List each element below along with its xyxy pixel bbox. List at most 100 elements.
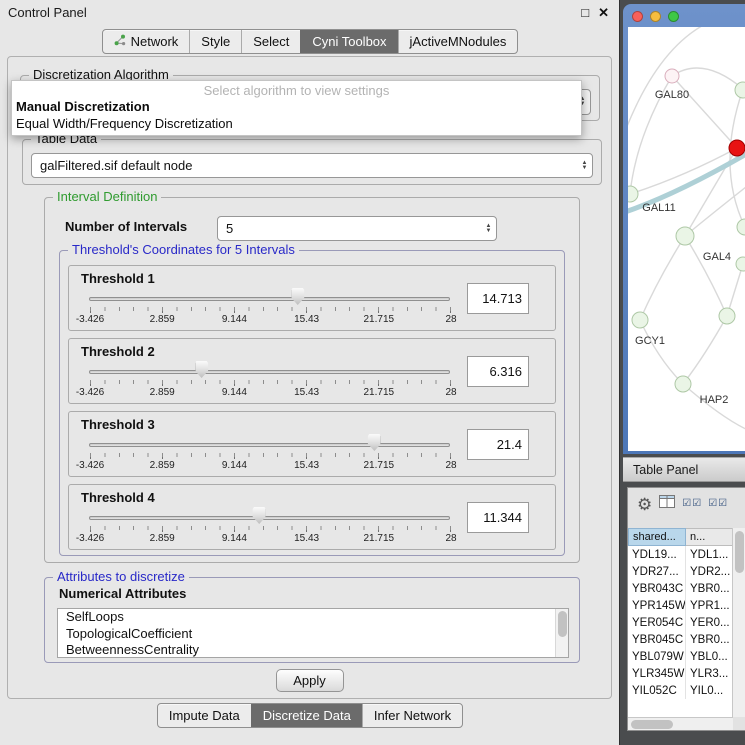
table-header-row: shared... n...: [628, 528, 733, 546]
table-row[interactable]: YDR27...YDR2...: [628, 563, 733, 580]
network-node[interactable]: [737, 219, 745, 235]
network-node[interactable]: [665, 69, 679, 83]
table-row[interactable]: YER054CYER0...: [628, 614, 733, 631]
network-node[interactable]: [676, 227, 694, 245]
threshold-1-value-field[interactable]: 14.713: [467, 283, 529, 314]
check-icon: ☑: [682, 499, 691, 509]
scale-label: -3.426: [76, 387, 104, 398]
tab-style[interactable]: Style: [189, 30, 241, 53]
node-label: GCY1: [635, 335, 665, 347]
network-icon: [114, 34, 126, 49]
network-node[interactable]: [632, 312, 648, 328]
number-of-intervals-select[interactable]: 5 ▲ ▼: [217, 216, 497, 241]
window-buttons: □ ✕: [581, 0, 609, 24]
scrollbar-thumb[interactable]: [735, 531, 744, 573]
table-row[interactable]: YDL19...YDL1...: [628, 546, 733, 563]
table-row[interactable]: YBR043CYBR0...: [628, 580, 733, 597]
check-icon: ☑: [718, 499, 727, 509]
network-canvas[interactable]: GAL80 GAL11 GAL4 GCY1 HAP2: [628, 27, 745, 451]
check-icon: ☑: [692, 499, 701, 509]
close-icon[interactable]: ✕: [598, 6, 609, 19]
float-icon[interactable]: □: [581, 6, 589, 19]
slider-scale-labels: -3.426 2.859 9.144 15.43 21.715 28: [90, 314, 451, 326]
cell: YLR345W: [628, 665, 686, 682]
threshold-3-value-field[interactable]: 21.4: [467, 429, 529, 460]
tab-discretize-data[interactable]: Discretize Data: [251, 704, 362, 727]
column-header-name[interactable]: n...: [686, 528, 733, 546]
select-all-icons[interactable]: ☑☑: [708, 499, 727, 509]
column-header-shared-name[interactable]: shared...: [628, 528, 686, 546]
scrollbar-thumb[interactable]: [631, 720, 673, 729]
threshold-2-value-field[interactable]: 6.316: [467, 356, 529, 387]
threshold-1-panel: Threshold 1 -3.426 2.859 9.144 15.43: [68, 265, 556, 331]
table-horizontal-scrollbar[interactable]: [628, 717, 733, 730]
control-panel-window: Control Panel □ ✕ Network Style Select C…: [0, 0, 620, 745]
table-toolbar: ⚙ ☑☑ ☑☑: [628, 488, 745, 520]
table-row[interactable]: YLR345WYLR3...: [628, 665, 733, 682]
tab-cyni-toolbox[interactable]: Cyni Toolbox: [300, 30, 397, 53]
threshold-4-slider-thumb[interactable]: [253, 507, 266, 524]
tab-select[interactable]: Select: [241, 30, 300, 53]
top-tab-bar: Network Style Select Cyni Toolbox jActiv…: [0, 29, 620, 54]
threshold-1-slider-thumb[interactable]: [291, 288, 304, 305]
thresholds-coordinates-group: Threshold's Coordinates for 5 Intervals …: [59, 250, 565, 556]
columns-icon[interactable]: [659, 495, 675, 513]
list-item[interactable]: BetweennessCentrality: [58, 642, 568, 658]
gear-icon[interactable]: ⚙: [637, 496, 652, 513]
zoom-traffic-icon[interactable]: [668, 11, 679, 22]
threshold-4-value-field[interactable]: 11.344: [467, 502, 529, 533]
bottom-tab-bar: Impute Data Discretize Data Infer Networ…: [0, 703, 620, 728]
node-label: GAL11: [642, 202, 675, 214]
cell: YBR043C: [628, 580, 686, 597]
threshold-3-slider-thumb[interactable]: [368, 434, 381, 451]
minimize-traffic-icon[interactable]: [650, 11, 661, 22]
tab-label: Discretize Data: [263, 708, 351, 723]
cyni-toolbox-panel: Discretization Algorithm ▲ ▼ Select algo…: [7, 56, 612, 699]
tab-jactivemnodules[interactable]: jActiveMNodules: [398, 30, 518, 53]
threshold-3-slider-rail: [90, 434, 450, 454]
cell: YDR27...: [628, 563, 686, 580]
network-node[interactable]: [628, 186, 638, 202]
scale-label: -3.426: [76, 533, 104, 544]
table-row[interactable]: YBR045CYBR0...: [628, 631, 733, 648]
apply-button[interactable]: Apply: [276, 669, 344, 692]
tab-label: Cyni Toolbox: [312, 34, 386, 49]
list-item[interactable]: SelfLoops: [58, 609, 568, 626]
scale-label: 2.859: [150, 533, 175, 544]
network-node[interactable]: [736, 257, 745, 271]
table-row[interactable]: YPR145WYPR1...: [628, 597, 733, 614]
table-data-select[interactable]: galFiltered.sif default node ▲ ▼: [31, 153, 593, 178]
network-node[interactable]: [675, 376, 691, 392]
tab-impute-data[interactable]: Impute Data: [158, 704, 251, 727]
tab-label: jActiveMNodules: [410, 34, 507, 49]
algorithm-option-manual-discretization[interactable]: Manual Discretization: [12, 98, 581, 115]
slider-minor-ticks: [90, 307, 451, 311]
cell: YER054C: [628, 614, 686, 631]
threshold-2-slider-thumb[interactable]: [195, 361, 208, 378]
tab-infer-network[interactable]: Infer Network: [362, 704, 462, 727]
network-view-window: GAL80 GAL11 GAL4 GCY1 HAP2: [623, 4, 745, 454]
cell: YIL052C: [628, 682, 686, 699]
network-node[interactable]: [719, 308, 735, 324]
tab-network[interactable]: Network: [103, 30, 190, 53]
intervals-selected-value: 5: [218, 221, 481, 236]
scale-label: 21.715: [364, 387, 395, 398]
close-traffic-icon[interactable]: [632, 11, 643, 22]
list-scrollbar[interactable]: [555, 609, 568, 657]
attributes-to-discretize-group: Attributes to discretize Numerical Attri…: [44, 577, 580, 663]
select-visible-icons[interactable]: ☑☑: [682, 499, 701, 509]
table-row[interactable]: YIL052CYIL0...: [628, 682, 733, 699]
table-row[interactable]: YBL079WYBL0...: [628, 648, 733, 665]
network-graph: GAL80 GAL11 GAL4 GCY1 HAP2: [628, 27, 745, 451]
number-of-intervals-label: Number of Intervals: [65, 219, 187, 234]
scale-label: 28: [445, 460, 456, 471]
table-vertical-scrollbar[interactable]: [732, 528, 745, 717]
scale-label: 9.144: [222, 460, 247, 471]
algorithm-dropdown-popup: Select algorithm to view settings Manual…: [11, 80, 582, 136]
scale-label: 28: [445, 314, 456, 325]
cell: YBR045C: [628, 631, 686, 648]
scrollbar-thumb[interactable]: [558, 611, 567, 637]
list-item[interactable]: TopologicalCoefficient: [58, 626, 568, 643]
algorithm-option-equal-width[interactable]: Equal Width/Frequency Discretization: [12, 115, 581, 132]
selected-red-node[interactable]: [729, 140, 745, 156]
